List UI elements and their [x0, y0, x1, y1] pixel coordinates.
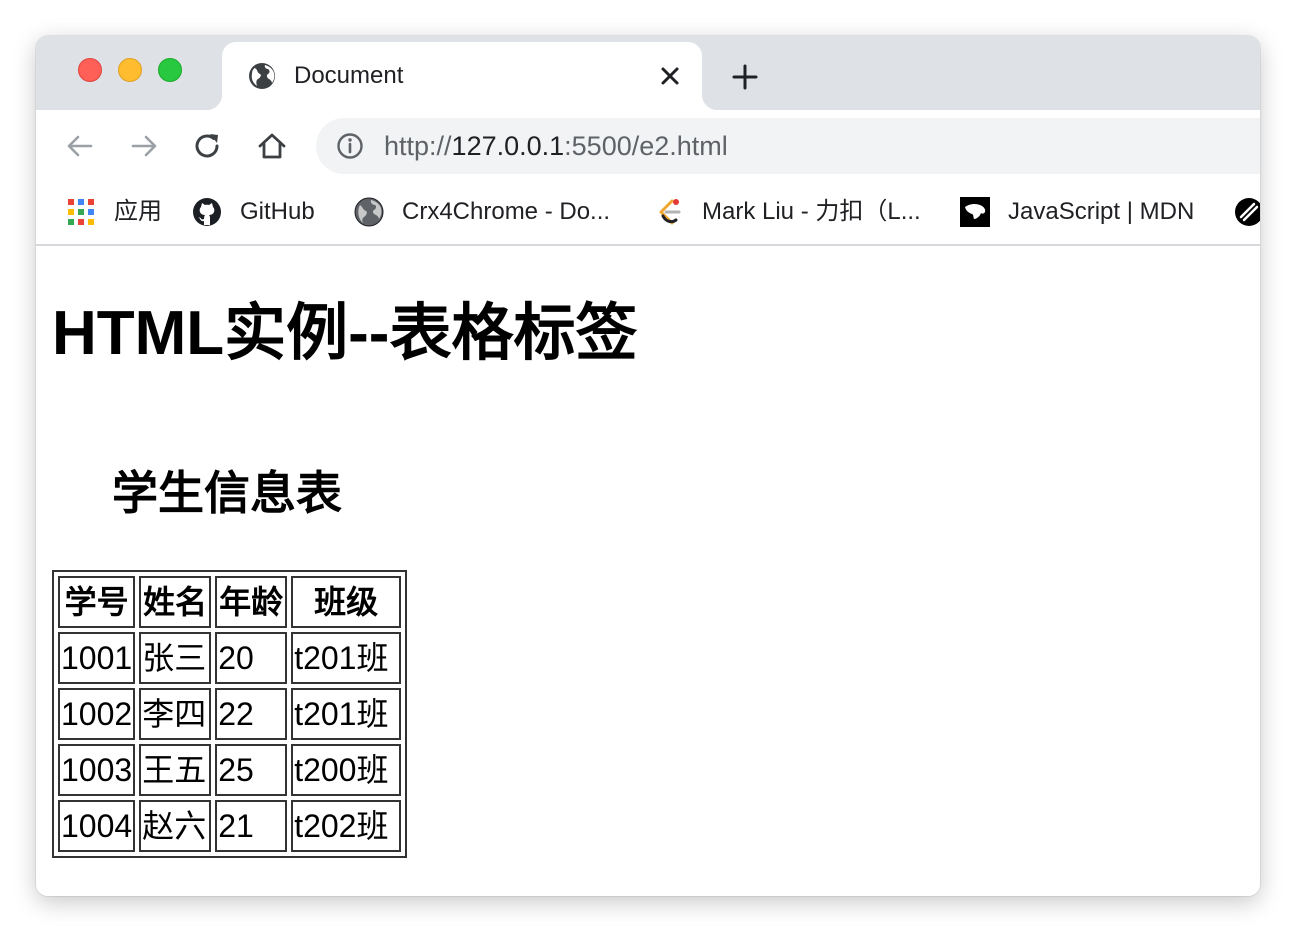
student-info-table: 学号 姓名 年龄 班级 1001 张三 20 t201班 1002 李四 22 … — [52, 570, 408, 858]
bookmark-github[interactable]: GitHub — [192, 196, 315, 228]
table-cell: 1004 — [58, 800, 136, 852]
tab-title: Document — [294, 62, 404, 89]
leetcode-icon — [659, 199, 681, 225]
tab-document[interactable]: Document — [206, 42, 718, 110]
table-cell: 25 — [215, 744, 288, 796]
bookmarks-bar: 应用 GitHub Crx4Chrome - Do... Mark Liu - … — [36, 182, 1260, 246]
info-icon[interactable] — [336, 132, 364, 160]
table-header-row: 学号 姓名 年龄 班级 — [58, 576, 402, 628]
globe-icon — [249, 63, 275, 89]
column-header-id: 学号 — [58, 576, 136, 628]
table-cell: t201班 — [291, 632, 402, 684]
table-row: 1001 张三 20 t201班 — [58, 632, 402, 684]
bookmark-leetcode[interactable]: Mark Liu - 力扣（L... — [654, 196, 921, 228]
column-header-class: 班级 — [291, 576, 402, 628]
crx4chrome-icon — [354, 197, 384, 227]
bookmark-label: Crx4Chrome - Do... — [402, 198, 611, 225]
page-heading: HTML实例--表格标签 — [52, 299, 638, 368]
home-button[interactable] — [256, 130, 288, 162]
browser-toolbar: http://127.0.0.1:5500/e2.html — [36, 110, 1260, 182]
bookmark-label: GitHub — [240, 198, 315, 225]
mdn-icon — [960, 197, 990, 227]
student-table-wrap: 学号 姓名 年龄 班级 1001 张三 20 t201班 1002 李四 22 … — [52, 570, 408, 858]
column-header-name: 姓名 — [139, 576, 212, 628]
bookmark-label: JavaScript | MDN — [1008, 198, 1195, 225]
table-row: 1002 李四 22 t201班 — [58, 688, 402, 740]
bookmark-overflow[interactable] — [1234, 196, 1260, 228]
bookmark-label: Mark Liu - 力扣（L... — [702, 198, 921, 225]
url-path: :5500/e2.html — [564, 131, 728, 161]
minimize-window-button[interactable] — [118, 58, 142, 82]
url-text[interactable]: http://127.0.0.1:5500/e2.html — [384, 131, 728, 161]
column-header-age: 年龄 — [215, 576, 288, 628]
reload-button[interactable] — [192, 130, 224, 162]
table-cell: t200班 — [291, 744, 402, 796]
page-content: HTML实例--表格标签 学生信息表 学号 姓名 年龄 班级 1001 张三 2… — [36, 248, 1260, 896]
table-row: 1003 王五 25 t200班 — [58, 744, 402, 796]
table-cell: 1001 — [58, 632, 136, 684]
table-caption: 学生信息表 — [112, 467, 342, 519]
close-tab-icon[interactable] — [656, 62, 684, 90]
new-tab-button[interactable] — [730, 62, 760, 92]
apps-grid-icon — [68, 199, 94, 225]
github-icon — [193, 198, 221, 226]
table-cell: 1003 — [58, 744, 136, 796]
browser-window: Document http://127.0.0.1:5500/e2.html 应… — [36, 36, 1260, 896]
back-button[interactable] — [64, 130, 96, 162]
table-cell: 21 — [215, 800, 288, 852]
bookmark-mdn[interactable]: JavaScript | MDN — [960, 196, 1194, 228]
maximize-window-button[interactable] — [158, 58, 182, 82]
table-cell: 赵六 — [139, 800, 212, 852]
bookmark-apps[interactable]: 应用 — [66, 196, 162, 228]
tab-strip: Document — [36, 36, 1260, 110]
url-scheme: http:// — [384, 131, 452, 161]
table-cell: 王五 — [139, 744, 212, 796]
table-cell: 张三 — [139, 632, 212, 684]
table-cell: 22 — [215, 688, 288, 740]
url-host: 127.0.0.1 — [451, 131, 565, 161]
table-cell: 20 — [215, 632, 288, 684]
close-window-button[interactable] — [78, 58, 102, 82]
table-cell: t202班 — [291, 800, 402, 852]
address-bar[interactable]: http://127.0.0.1:5500/e2.html — [316, 118, 1260, 174]
bookmark-crx4chrome[interactable]: Crx4Chrome - Do... — [354, 196, 610, 228]
table-cell: 1002 — [58, 688, 136, 740]
forward-button[interactable] — [128, 130, 160, 162]
bookmark-favicon-icon — [1235, 198, 1260, 226]
bookmark-label: 应用 — [114, 198, 162, 225]
table-cell: 李四 — [139, 688, 212, 740]
table-row: 1004 赵六 21 t202班 — [58, 800, 402, 852]
table-cell: t201班 — [291, 688, 402, 740]
